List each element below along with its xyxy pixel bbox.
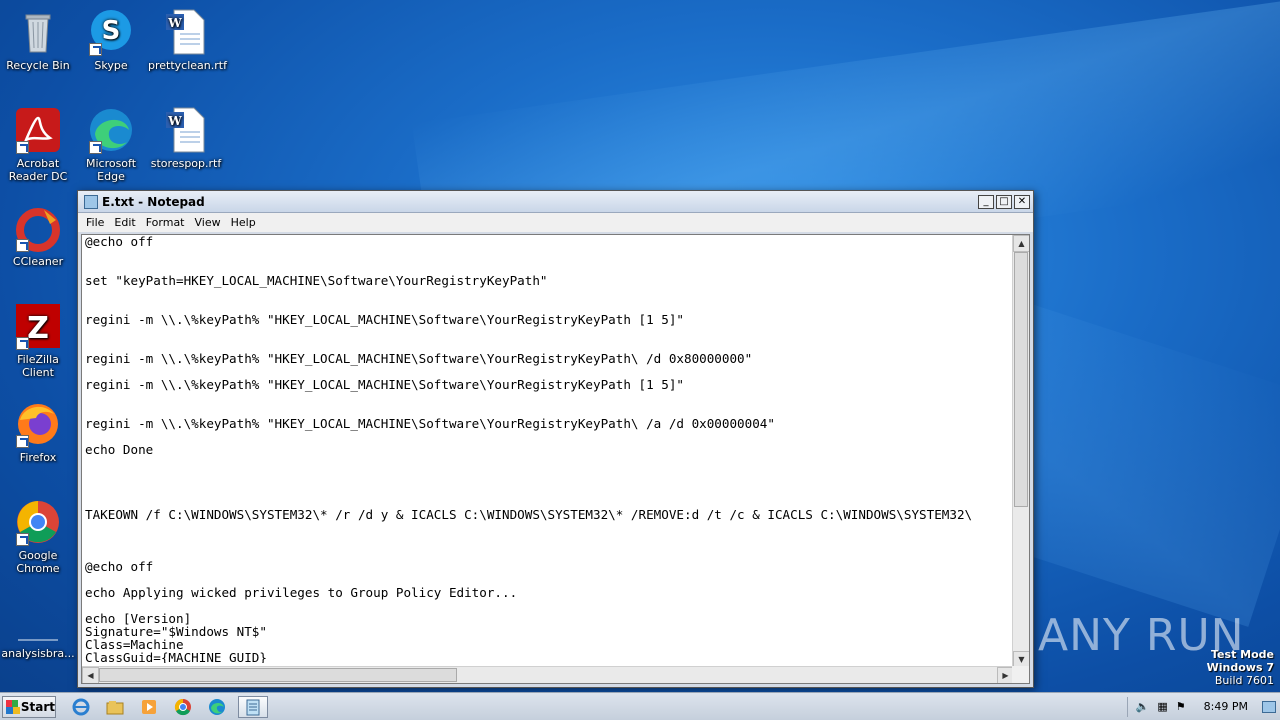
menu-view[interactable]: View <box>190 216 226 229</box>
volume-icon[interactable]: 🔈 <box>1136 700 1150 713</box>
shortcut-arrow-icon <box>16 141 29 154</box>
clock[interactable]: 8:49 PM <box>1204 700 1248 713</box>
shortcut-arrow-icon <box>16 533 29 546</box>
menu-edit[interactable]: Edit <box>109 216 140 229</box>
filezilla-icon: Z <box>14 302 62 350</box>
window-title: E.txt - Notepad <box>102 194 205 209</box>
svg-text:S: S <box>102 16 121 46</box>
shortcut-arrow-icon <box>16 337 29 350</box>
acrobat-icon <box>14 106 62 154</box>
desktop-icon-edge[interactable]: Microsoft Edge <box>73 106 149 183</box>
system-tray: 🔈 ▦ ⚑ 8:49 PM <box>1126 693 1280 720</box>
desktop-icon-recycle-bin[interactable]: Recycle Bin <box>0 8 76 72</box>
file-icon <box>14 596 62 644</box>
os-label: Windows 7 <box>1206 661 1274 674</box>
horizontal-scrollbar[interactable]: ◀ ▶ <box>82 666 1014 683</box>
tray-separator <box>1126 696 1128 717</box>
recycle-bin-icon <box>14 8 62 56</box>
desktop-icon-analysisbra[interactable]: analysisbra... <box>0 596 76 660</box>
horizontal-scroll-thumb[interactable] <box>99 668 457 682</box>
taskbar-chrome-icon[interactable] <box>170 696 196 718</box>
taskbar-notepad-icon[interactable] <box>238 695 268 718</box>
shortcut-arrow-icon <box>16 239 29 252</box>
desktop-icon-acrobat[interactable]: Acrobat Reader DC <box>0 106 76 183</box>
taskbar-media-player-icon[interactable] <box>136 696 162 718</box>
start-label: Start <box>20 699 55 714</box>
vertical-scroll-thumb[interactable] <box>1014 252 1028 507</box>
desktop-icon-storespop[interactable]: W storespop.rtf <box>148 106 224 170</box>
svg-text:Z: Z <box>27 311 49 346</box>
firefox-icon <box>14 400 62 448</box>
chrome-icon <box>14 498 62 546</box>
desktop-icon-prettyclean[interactable]: W prettyclean.rtf <box>148 8 227 72</box>
desktop-icon-filezilla[interactable]: Z FileZilla Client <box>0 302 76 379</box>
resize-grip[interactable] <box>1012 666 1029 683</box>
desktop-icon-label: prettyclean.rtf <box>148 59 227 72</box>
start-button[interactable]: Start <box>2 695 56 718</box>
svg-text:W: W <box>167 16 182 30</box>
minimize-button[interactable]: _ <box>978 194 994 209</box>
test-mode-label: Test Mode <box>1211 648 1274 661</box>
menu-bar: File Edit Format View Help <box>78 213 1033 232</box>
notepad-icon <box>84 194 98 209</box>
menu-help[interactable]: Help <box>226 216 261 229</box>
build-label: Build 7601 <box>1214 674 1274 687</box>
shortcut-arrow-icon <box>89 43 102 56</box>
desktop-icon-firefox[interactable]: Firefox <box>0 400 76 464</box>
taskbar: Start 🔈 ▦ ⚑ 8:49 PM <box>0 692 1280 720</box>
shortcut-arrow-icon <box>16 435 29 448</box>
text-editor[interactable]: @echo off set "keyPath=HKEY_LOCAL_MACHIN… <box>81 234 1030 684</box>
skype-icon: S <box>87 8 135 56</box>
desktop-icon-label: storespop.rtf <box>150 157 222 170</box>
taskbar-explorer-icon[interactable] <box>102 696 128 718</box>
desktop-icon-label: Skype <box>94 59 128 72</box>
scroll-left-button[interactable]: ◀ <box>82 667 99 683</box>
editor-text[interactable]: @echo off set "keyPath=HKEY_LOCAL_MACHIN… <box>85 235 1015 663</box>
desktop-icon-label: Microsoft Edge <box>85 157 137 183</box>
desktop-icon-skype[interactable]: S Skype <box>73 8 149 72</box>
menu-format[interactable]: Format <box>141 216 190 229</box>
test-mode-watermark: Test Mode Windows 7 Build 7601 <box>1207 648 1274 687</box>
svg-text:W: W <box>167 114 182 128</box>
edge-icon <box>87 106 135 154</box>
network-icon[interactable]: ▦ <box>1157 700 1167 713</box>
shortcut-arrow-icon <box>89 141 102 154</box>
desktop-icon-ccleaner[interactable]: CCleaner <box>0 204 76 268</box>
close-button[interactable]: ✕ <box>1014 194 1030 209</box>
desktop-icon-label: FileZilla Client <box>17 353 59 379</box>
show-desktop-icon[interactable] <box>1262 700 1276 713</box>
menu-file[interactable]: File <box>81 216 109 229</box>
desktop-icon-label: Firefox <box>19 451 57 464</box>
desktop-icon-label: Acrobat Reader DC <box>8 157 68 183</box>
word-document-icon: W <box>162 8 210 56</box>
window-titlebar[interactable]: E.txt - Notepad _ □ ✕ <box>78 191 1033 213</box>
desktop-icon-label: CCleaner <box>12 255 64 268</box>
maximize-button[interactable]: □ <box>996 194 1012 209</box>
taskbar-ie-icon[interactable] <box>68 696 94 718</box>
ccleaner-icon <box>14 204 62 252</box>
scroll-up-button[interactable]: ▲ <box>1013 235 1029 252</box>
notepad-window[interactable]: E.txt - Notepad _ □ ✕ File Edit Format V… <box>77 190 1034 688</box>
windows-logo-icon <box>6 699 20 714</box>
desktop-icon-label: Google Chrome <box>16 549 60 575</box>
vertical-scrollbar[interactable]: ▲ ▼ <box>1012 235 1029 668</box>
taskbar-edge-icon[interactable] <box>204 696 230 718</box>
action-center-flag-icon[interactable]: ⚑ <box>1176 700 1186 713</box>
word-document-icon: W <box>162 106 210 154</box>
desktop-icon-chrome[interactable]: Google Chrome <box>0 498 76 575</box>
desktop-icon-label: analysisbra... <box>1 647 75 660</box>
desktop-icon-label: Recycle Bin <box>6 59 70 72</box>
